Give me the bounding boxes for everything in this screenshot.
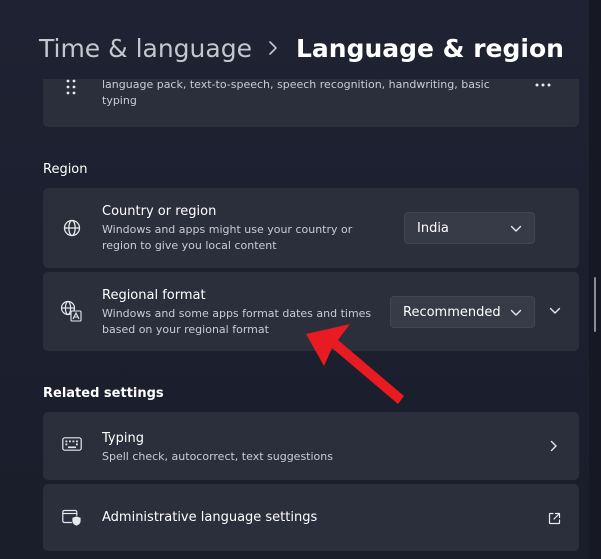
expand-chevron-icon[interactable]: [545, 304, 565, 318]
page-title: Language & region: [295, 33, 564, 63]
admin-shield-icon: [61, 508, 83, 528]
external-link-icon: [546, 510, 562, 526]
language-item-card[interactable]: language pack, text-to-speech, speech re…: [43, 77, 579, 127]
drag-handle-icon[interactable]: [63, 79, 79, 95]
country-region-desc-line2: region to give you local content: [102, 239, 277, 252]
chevron-right-icon: [547, 439, 561, 453]
breadcrumb: Time & language Language & region: [39, 30, 564, 66]
country-region-desc-line1: Windows and apps might use your country …: [102, 223, 353, 236]
country-dropdown-value: India: [417, 220, 449, 236]
region-section-heading: Region: [43, 162, 88, 177]
admin-language-title: Administrative language settings: [102, 510, 318, 525]
red-annotation-arrow: [306, 324, 404, 404]
related-settings-heading: Related settings: [43, 386, 164, 401]
regional-format-dropdown[interactable]: Recommended: [390, 296, 535, 328]
country-region-title: Country or region: [102, 204, 217, 219]
keyboard-icon: [61, 436, 83, 452]
scrollbar-thumb[interactable]: [594, 277, 596, 332]
regional-format-desc-line2: based on your regional format: [102, 323, 269, 336]
language-format-icon: [60, 300, 82, 322]
more-options-icon[interactable]: [533, 77, 553, 93]
typing-title: Typing: [102, 431, 144, 446]
typing-settings-card[interactable]: Typing Spell check, autocorrect, text su…: [43, 412, 579, 480]
chevron-down-icon: [510, 306, 522, 321]
globe-icon: [62, 218, 82, 238]
country-dropdown[interactable]: India: [404, 212, 535, 244]
language-features-text-line2: typing: [102, 94, 137, 107]
regional-format-dropdown-value: Recommended: [403, 304, 501, 320]
language-features-text: language pack, text-to-speech, speech re…: [102, 78, 490, 91]
typing-desc: Spell check, autocorrect, text suggestio…: [102, 450, 333, 463]
settings-page: Time & language Language & region langua…: [0, 0, 601, 559]
breadcrumb-parent-link[interactable]: Time & language: [39, 34, 252, 63]
breadcrumb-chevron-icon: [268, 40, 278, 56]
chevron-down-icon: [510, 222, 522, 237]
country-region-card: Country or region Windows and apps might…: [43, 188, 579, 268]
regional-format-title: Regional format: [102, 288, 206, 303]
admin-language-settings-card[interactable]: Administrative language settings: [43, 484, 579, 551]
scrollbar-track[interactable]: [589, 0, 601, 559]
